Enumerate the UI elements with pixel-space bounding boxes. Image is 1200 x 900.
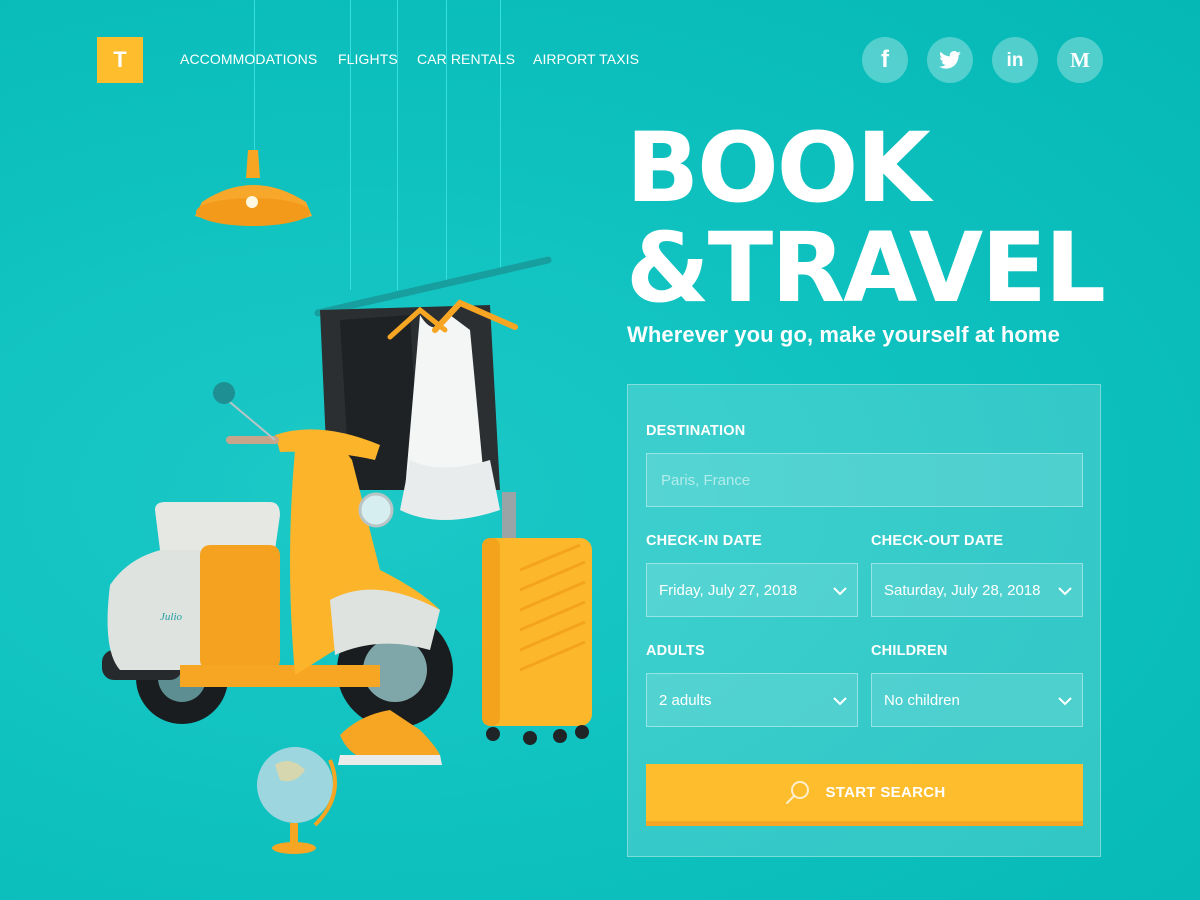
checkin-label: CHECK-IN DATE [646, 533, 762, 549]
destination-label: DESTINATION [646, 423, 746, 439]
start-search-button[interactable]: START SEARCH [646, 764, 1083, 826]
scooter-brand: Julio [160, 611, 182, 623]
linkedin-button[interactable]: in [992, 37, 1038, 83]
children-select[interactable]: No children [871, 673, 1083, 727]
nav-car-rentals[interactable]: CAR RENTALS [417, 51, 515, 67]
checkin-value: Friday, July 27, 2018 [659, 581, 798, 599]
facebook-button[interactable]: f [862, 37, 908, 83]
linkedin-icon: in [1006, 49, 1024, 71]
children-label: CHILDREN [871, 643, 948, 659]
hero-title: BOOK &TRAVEL [626, 112, 1106, 324]
logo[interactable]: T [97, 37, 143, 83]
checkout-select[interactable]: Saturday, July 28, 2018 [871, 563, 1083, 617]
chevron-down-icon [833, 697, 847, 706]
facebook-icon: f [881, 46, 889, 73]
twitter-icon [939, 51, 961, 69]
start-search-label: START SEARCH [825, 784, 946, 801]
adults-label: ADULTS [646, 643, 705, 659]
twitter-button[interactable] [927, 37, 973, 83]
checkin-select[interactable]: Friday, July 27, 2018 [646, 563, 858, 617]
nav-airport-taxis[interactable]: AIRPORT TAXIS [533, 51, 639, 67]
checkout-label: CHECK-OUT DATE [871, 533, 1004, 549]
search-icon [785, 780, 809, 804]
medium-button[interactable]: M [1057, 37, 1103, 83]
nav-accommodations[interactable]: ACCOMMODATIONS [180, 51, 317, 67]
chevron-down-icon [1058, 587, 1072, 596]
checkout-value: Saturday, July 28, 2018 [884, 581, 1041, 599]
globe-icon [257, 747, 337, 854]
logo-letter: T [113, 47, 127, 72]
adults-select[interactable]: 2 adults [646, 673, 858, 727]
lamp-icon [195, 150, 312, 226]
hero-title-line1: BOOK [626, 112, 931, 224]
children-value: No children [884, 691, 960, 709]
medium-icon: M [1070, 47, 1090, 72]
adults-value: 2 adults [659, 691, 712, 709]
hero-title-line2: &TRAVEL [626, 212, 1106, 324]
suitcase-icon [482, 492, 592, 745]
destination-input[interactable] [659, 470, 1082, 490]
nav-flights[interactable]: FLIGHTS [338, 51, 398, 67]
destination-field[interactable] [646, 453, 1083, 507]
hero-subtitle: Wherever you go, make yourself at home [627, 322, 1060, 347]
chevron-down-icon [1058, 697, 1072, 706]
chevron-down-icon [833, 587, 847, 596]
travel-illustration: Julio [102, 150, 592, 854]
